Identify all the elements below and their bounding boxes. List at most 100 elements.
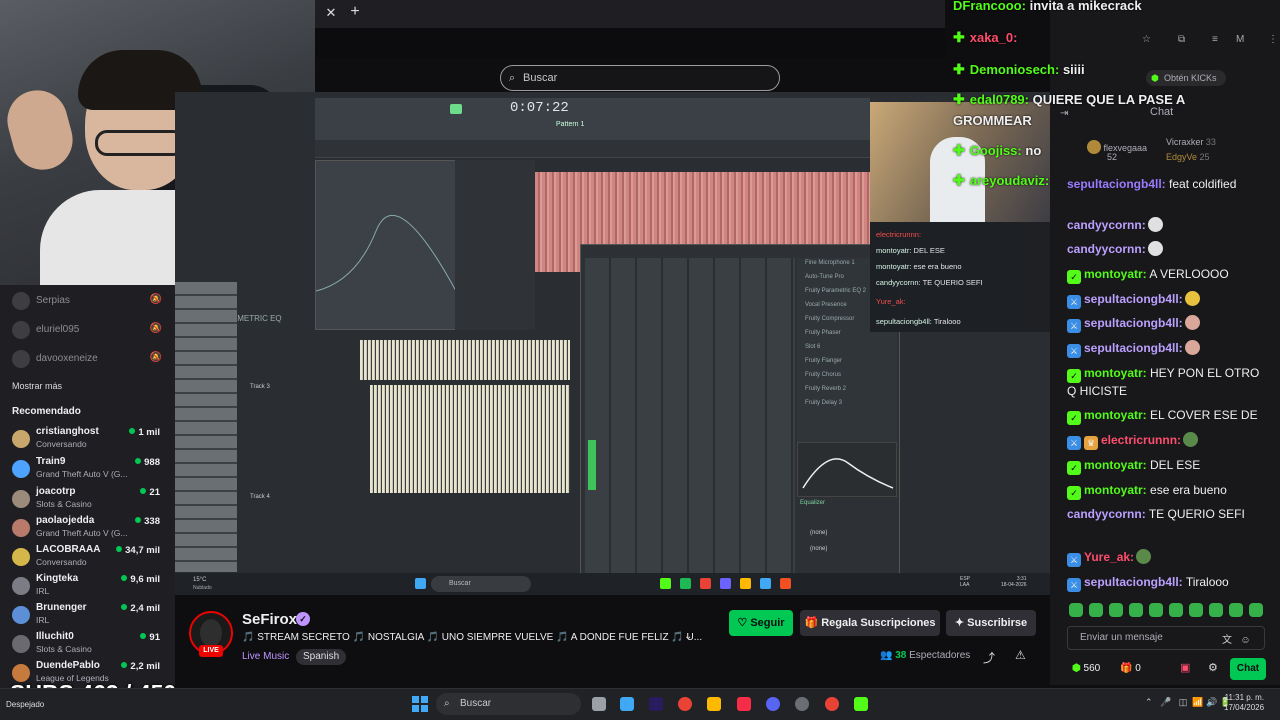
- emote-button[interactable]: [1189, 603, 1203, 617]
- taskbar-clock[interactable]: 11:31 p. m. 17/04/2026: [1224, 693, 1264, 713]
- chat-username[interactable]: montoyatr:: [1084, 483, 1147, 497]
- avatar: [12, 606, 30, 624]
- chevron-down-icon[interactable]: ⌄: [684, 631, 692, 642]
- report-icon[interactable]: ⚠: [1015, 648, 1026, 662]
- chat-message: ⚔ sepultaciongb4ll: Tiralooo: [1067, 574, 1272, 592]
- emote-button[interactable]: [1209, 603, 1223, 617]
- daw-time-display: 0:07:22: [510, 100, 569, 116]
- recommended-channel[interactable]: Brunenger IRL 2,4 mil: [12, 602, 172, 632]
- inner-chat-line: montoyatr: DEL ESE: [876, 246, 945, 255]
- recommended-channel[interactable]: LACOBRAAA Conversando 34,7 mil: [12, 544, 172, 574]
- chat-username[interactable]: montoyatr:: [1084, 458, 1147, 472]
- recommended-channel[interactable]: Kingteka IRL 9,6 mil: [12, 573, 172, 603]
- verified-badge-icon: ✓: [1067, 486, 1081, 500]
- emote-icon: [1184, 315, 1200, 330]
- show-more-link[interactable]: Mostrar más: [12, 381, 62, 391]
- chat-username[interactable]: sepultaciongb4ll:: [1084, 341, 1183, 355]
- profile-icon[interactable]: M: [1236, 34, 1244, 45]
- chat-username[interactable]: montoyatr:: [1084, 366, 1147, 380]
- premiere-icon[interactable]: [649, 697, 663, 711]
- channel-points[interactable]: ⬢ 560: [1072, 663, 1100, 674]
- gift-subs-button[interactable]: 🎁 Regala Suscripciones: [800, 610, 940, 636]
- emote-button[interactable]: [1089, 603, 1103, 617]
- equalizer-label: Equalizer: [800, 500, 826, 506]
- chat-username[interactable]: montoyatr:: [1084, 267, 1147, 281]
- chat-username[interactable]: candyycornn:: [1067, 242, 1146, 256]
- share-icon[interactable]: ⤴: [983, 649, 995, 666]
- weather-widget[interactable]: Despejado: [6, 700, 44, 709]
- inner-chat-user: montoyatr:: [876, 262, 912, 271]
- stream-title: 🎵 STREAM SECRETO 🎵 NOSTALGIA 🎵 UNO SIEMP…: [242, 632, 703, 643]
- folder-icon[interactable]: [707, 697, 721, 711]
- leaderboard-entry: EdgyVe 25: [1166, 152, 1210, 162]
- collapse-chat-icon[interactable]: ⇥: [1060, 108, 1068, 119]
- windows-start-icon[interactable]: [412, 696, 428, 712]
- sub-badge-icon: ⚔: [1067, 344, 1081, 358]
- emote-icon: [1183, 432, 1199, 447]
- language-tag[interactable]: Spanish: [296, 649, 347, 665]
- streamer-name[interactable]: SeFirox: [242, 611, 297, 628]
- sidebar-following-item[interactable]: eluriel095 🔕: [12, 318, 172, 340]
- system-tray[interactable]: ⌃ 🎤 ◫ 📶 🔊 🔋: [1145, 697, 1231, 708]
- sidebar-following-item[interactable]: Serpias 🔕: [12, 289, 172, 311]
- chrome-icon[interactable]: [825, 697, 839, 711]
- chat-username[interactable]: montoyatr:: [1084, 408, 1147, 422]
- channel-name: cristianghost: [36, 426, 99, 437]
- inner-taskbar-search: Buscar: [431, 576, 531, 592]
- get-kicks-button[interactable]: ⬢ Obtén KICKs: [1146, 70, 1226, 86]
- emote-button[interactable]: [1069, 603, 1083, 617]
- channel-name: joacotrp: [36, 486, 76, 497]
- channel-name: LACOBRAAA: [36, 544, 101, 555]
- overlay-chat-line: ✚ Goojiss: no: [953, 142, 1041, 159]
- emote-button[interactable]: [1229, 603, 1243, 617]
- recommended-channel[interactable]: paolaojedda Grand Theft Auto V (G... 338: [12, 515, 172, 545]
- inner-clock: 3:31 18-04-2026: [1001, 576, 1027, 588]
- chat-username[interactable]: candyycornn:: [1067, 507, 1146, 521]
- recommended-channel[interactable]: Illuchit0 Slots & Casino 91: [12, 631, 172, 661]
- menu-icon[interactable]: ⋮: [1268, 34, 1278, 45]
- kick-app-icon[interactable]: [854, 697, 868, 711]
- discord-icon[interactable]: [766, 697, 780, 711]
- chat-username[interactable]: candyycornn:: [1067, 218, 1146, 232]
- chat-username[interactable]: electricrunnn:: [1101, 433, 1181, 447]
- chat-username[interactable]: sepultaciongb4ll:: [1067, 177, 1166, 191]
- taskbar-search[interactable]: ⌕ Buscar: [436, 693, 581, 715]
- send-chat-button[interactable]: Chat: [1230, 658, 1266, 680]
- recommended-channel[interactable]: cristianghost Conversando 1 mil: [12, 426, 172, 456]
- queue-icon[interactable]: ≡: [1212, 34, 1218, 45]
- chat-text: A VERLOOOO: [1149, 267, 1229, 281]
- subscribe-button[interactable]: ✦ Suscribirse: [946, 610, 1036, 636]
- sidebar-following-item[interactable]: davooxeneize 🔕: [12, 347, 172, 369]
- emote-button[interactable]: [1129, 603, 1143, 617]
- kicks-balance[interactable]: 🎁 0: [1120, 663, 1141, 674]
- recommended-channel[interactable]: Train9 Grand Theft Auto V (G... 988: [12, 456, 172, 486]
- emote-icon: [1147, 217, 1163, 232]
- chat-username[interactable]: sepultaciongb4ll:: [1084, 316, 1183, 330]
- extensions-icon[interactable]: ⧉: [1178, 34, 1185, 45]
- viewer-count: 338: [135, 516, 160, 527]
- recommended-channel[interactable]: joacotrp Slots & Casino 21: [12, 486, 172, 516]
- obs-icon[interactable]: [795, 697, 809, 711]
- taskbar-date: 17/04/2026: [1224, 703, 1265, 712]
- chat-username[interactable]: Yure_ak:: [1084, 550, 1134, 564]
- chat-username[interactable]: sepultaciongb4ll:: [1084, 292, 1183, 306]
- music-icon[interactable]: [737, 697, 751, 711]
- live-dot-icon: [140, 633, 147, 639]
- eq-plugin-graph: [316, 214, 456, 292]
- emote-button[interactable]: [1149, 603, 1163, 617]
- stream-category[interactable]: Live Music: [242, 651, 289, 662]
- copilot-icon[interactable]: [620, 697, 634, 711]
- emote-button[interactable]: [1109, 603, 1123, 617]
- sub-gift-icon[interactable]: ▣: [1180, 661, 1190, 674]
- chat-username[interactable]: sepultaciongb4ll:: [1084, 575, 1183, 589]
- task-view-icon[interactable]: [592, 697, 606, 711]
- emote-button[interactable]: [1249, 603, 1263, 617]
- follow-button[interactable]: ♡ Seguir: [729, 610, 793, 636]
- translate-icon[interactable]: 文: [1222, 635, 1232, 646]
- emote-button[interactable]: [1169, 603, 1183, 617]
- gear-icon[interactable]: ⚙: [1208, 661, 1218, 674]
- chrome-icon[interactable]: [678, 697, 692, 711]
- star-icon[interactable]: ☆: [1142, 34, 1151, 45]
- emoji-icon[interactable]: ☺: [1240, 635, 1250, 646]
- inner-app-icon: [700, 578, 711, 589]
